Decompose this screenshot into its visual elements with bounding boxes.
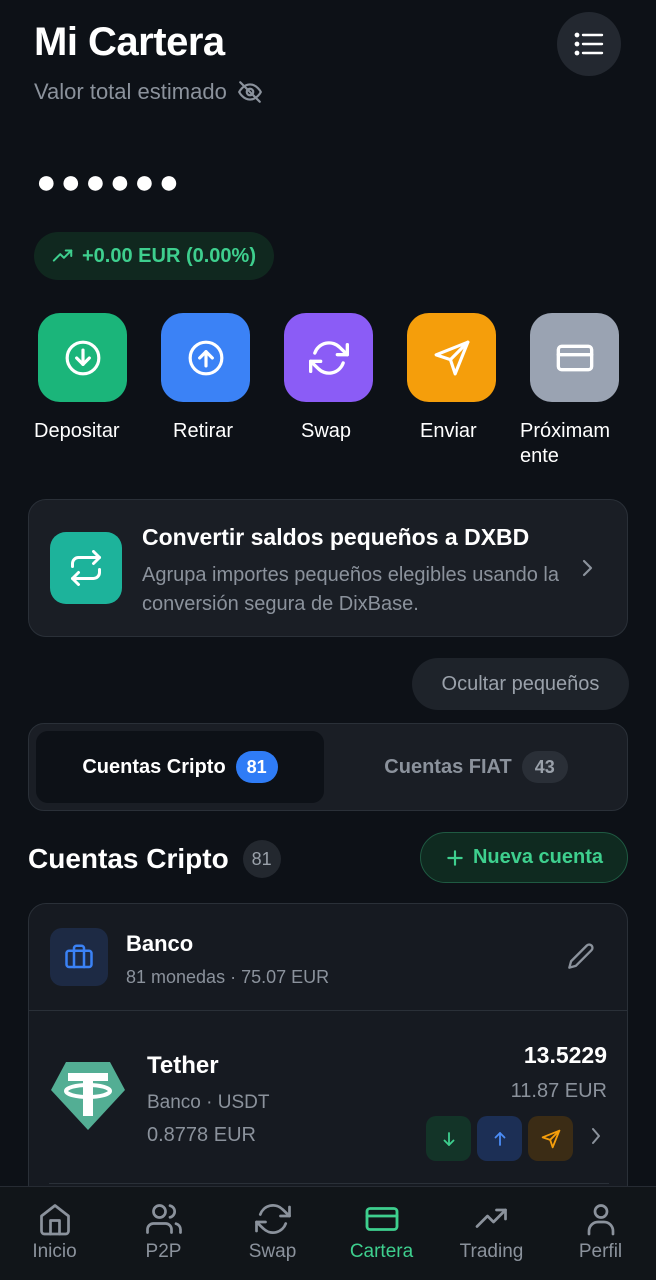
eye-off-icon[interactable] <box>237 79 263 105</box>
bank-summary: 81 monedas · 75.07 EUR <box>126 967 330 987</box>
wallet-icon <box>327 1201 436 1237</box>
tab-count-badge: 81 <box>235 751 278 783</box>
balance-masked: ●●●●●● <box>36 163 184 201</box>
asset-price: 0.8778 EUR <box>147 1124 256 1146</box>
asset-deposit-button[interactable] <box>426 1116 471 1161</box>
send-icon <box>541 1129 561 1149</box>
nav-item-perfil[interactable]: Perfil <box>546 1201 655 1263</box>
send-button[interactable]: Enviar <box>407 313 517 444</box>
send-tile <box>407 313 496 402</box>
asset-send-button[interactable] <box>528 1116 573 1161</box>
list-icon <box>574 32 604 56</box>
section-heading: Cuentas Cripto 81 <box>28 840 281 878</box>
change-badge: +0.00 EUR (0.00%) <box>34 232 274 280</box>
tab-count-badge: 43 <box>521 751 568 783</box>
nav-label: Trading <box>459 1241 524 1262</box>
nav-item-p2p[interactable]: P2P <box>109 1201 218 1263</box>
deposit-tile <box>38 313 127 402</box>
account-tabs: Cuentas Cripto 81 Cuentas FIAT 43 <box>28 723 628 811</box>
withdraw-button[interactable]: Retirar <box>161 313 271 444</box>
swap-arrows-icon <box>68 550 104 586</box>
asset-name: Tether <box>147 1052 219 1079</box>
refresh-icon <box>218 1201 327 1237</box>
arrow-down-icon <box>440 1130 458 1148</box>
asset-subtitle: Banco · USDT <box>147 1092 270 1113</box>
tab-label: Cuentas Cripto <box>82 755 226 778</box>
asset-value: 11.87 EUR <box>510 1080 607 1102</box>
convert-description: Agrupa importes pequeños elegibles usand… <box>142 564 559 615</box>
asset-amount: 13.5229 <box>523 1042 607 1068</box>
nav-label: P2P <box>145 1241 182 1262</box>
bottom-navigation: Inicio P2P Swap Cartera Trading Perfil <box>0 1186 656 1280</box>
nav-item-trading[interactable]: Trading <box>437 1201 546 1263</box>
arrow-down-circle-icon <box>64 339 102 377</box>
asset-withdraw-button[interactable] <box>477 1116 522 1161</box>
convert-title: Convertir saldos pequeños a DXBD <box>142 524 530 550</box>
row-divider <box>49 1183 609 1184</box>
tab-label: Cuentas FIAT <box>384 755 512 778</box>
tether-logo-icon <box>50 1060 126 1132</box>
swap-label: Swap <box>301 420 352 442</box>
home-icon <box>0 1201 109 1237</box>
send-label: Enviar <box>420 420 477 442</box>
deposit-button[interactable]: Depositar <box>34 313 148 444</box>
menu-button[interactable] <box>557 12 621 76</box>
refresh-icon <box>308 338 349 378</box>
convert-tile <box>50 532 122 604</box>
swap-tile <box>284 313 373 402</box>
change-text: +0.00 EUR (0.00%) <box>82 244 256 267</box>
asset-row-tether[interactable]: Tether Banco · USDT 0.8778 EUR 13.5229 1… <box>29 1012 627 1182</box>
nav-item-cartera[interactable]: Cartera <box>327 1201 436 1263</box>
swap-button[interactable]: Swap <box>284 313 394 444</box>
total-value-label: Valor total estimado <box>34 79 263 105</box>
subtitle-text: Valor total estimado <box>34 79 227 104</box>
page-title: Mi Cartera <box>34 20 225 64</box>
quick-actions: Depositar Retirar Swap Enviar Próximam e… <box>0 313 656 483</box>
user-icon <box>546 1201 655 1237</box>
coming-soon-tile <box>530 313 619 402</box>
nav-item-swap[interactable]: Swap <box>218 1201 327 1263</box>
briefcase-icon <box>64 942 94 972</box>
bank-account-card: Banco 81 monedas · 75.07 EUR Tether Banc… <box>28 903 628 1203</box>
card-icon <box>555 338 595 378</box>
nav-item-inicio[interactable]: Inicio <box>0 1201 109 1263</box>
coming-soon-button[interactable]: Próximam ente <box>520 313 640 469</box>
convert-small-balances-card[interactable]: Convertir saldos pequeños a DXBD Agrupa … <box>28 499 628 637</box>
plus-icon <box>445 848 465 868</box>
section-title: Cuentas Cripto <box>28 843 229 874</box>
wallet-screen: Mi Cartera Valor total estimado ●●●●●● +… <box>0 0 656 1280</box>
tab-fiat-accounts[interactable]: Cuentas FIAT 43 <box>331 731 621 803</box>
trending-up-icon <box>52 245 74 267</box>
nav-label: Cartera <box>349 1241 414 1262</box>
bank-header[interactable]: Banco 81 monedas · 75.07 EUR <box>29 904 627 1011</box>
hide-small-button[interactable]: Ocultar pequeños <box>412 658 629 710</box>
withdraw-label: Retirar <box>173 420 234 442</box>
chevron-right-icon <box>589 1126 603 1146</box>
nav-label: Inicio <box>32 1241 77 1262</box>
coming-soon-label: Próximam ente <box>520 420 611 467</box>
arrow-up-circle-icon <box>187 339 225 377</box>
withdraw-tile <box>161 313 250 402</box>
nav-label: Swap <box>248 1241 297 1262</box>
tab-crypto-accounts[interactable]: Cuentas Cripto 81 <box>36 731 324 803</box>
send-icon <box>433 339 471 377</box>
bank-name: Banco <box>126 931 194 956</box>
trending-up-icon <box>437 1201 546 1237</box>
users-icon <box>109 1201 218 1237</box>
pencil-icon[interactable] <box>567 942 595 970</box>
arrow-up-icon <box>491 1130 509 1148</box>
chevron-right-icon <box>577 556 597 580</box>
new-account-button[interactable]: Nueva cuenta <box>420 832 628 883</box>
section-count-badge: 81 <box>242 840 281 878</box>
bank-tile <box>50 928 108 986</box>
nav-label: Perfil <box>578 1241 623 1262</box>
deposit-label: Depositar <box>34 420 120 442</box>
new-account-label: Nueva cuenta <box>472 846 604 868</box>
